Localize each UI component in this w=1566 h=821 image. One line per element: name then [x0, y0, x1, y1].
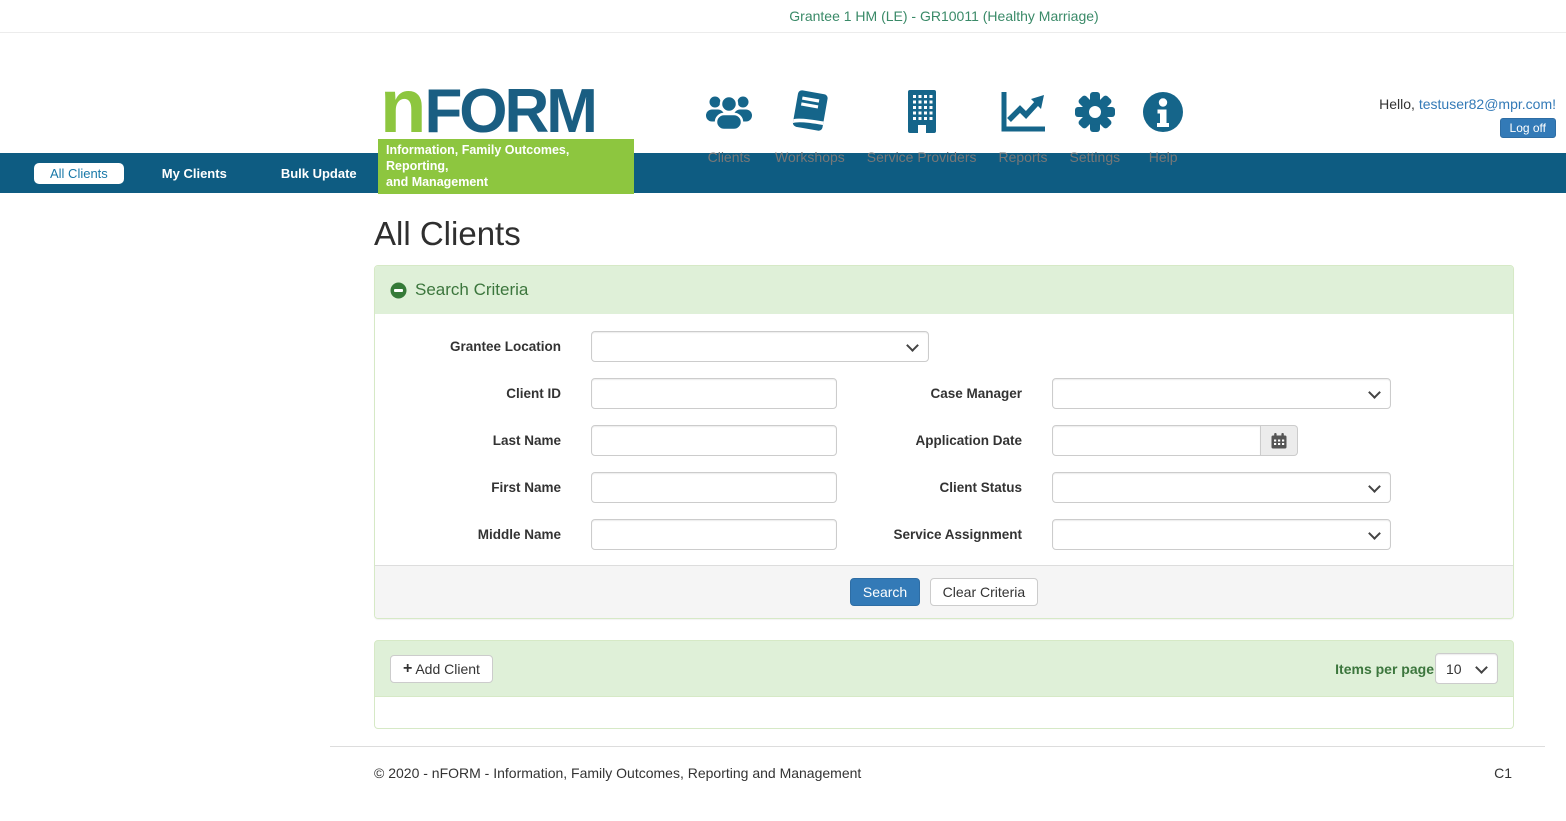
grantee-info-text: Grantee 1 HM (LE) - GR10011 (Healthy Mar…: [374, 0, 1514, 32]
greeting-text: Hello, testuser82@mpr.com!: [1379, 96, 1556, 112]
log-off-button[interactable]: Log off: [1500, 118, 1556, 138]
minus-circle-icon: [390, 282, 407, 299]
grantee-location-select[interactable]: [591, 331, 929, 362]
info-icon: [1142, 87, 1184, 137]
nav-label-service-providers: Service Providers: [867, 149, 977, 165]
middle-name-row: Middle Name Service Assignment: [375, 519, 1513, 550]
tab-my-clients[interactable]: My Clients: [146, 163, 243, 184]
building-icon: [905, 87, 939, 137]
user-block: Hello, testuser82@mpr.com! Log off: [1379, 96, 1556, 138]
add-client-button[interactable]: + Add Client: [390, 655, 493, 683]
search-button[interactable]: Search: [850, 578, 920, 606]
middle-name-label: Middle Name: [375, 527, 561, 542]
grantee-location-select-wrap: [591, 331, 929, 362]
nav-label-workshops: Workshops: [775, 149, 845, 165]
plus-icon: +: [403, 661, 412, 677]
search-criteria-header[interactable]: Search Criteria: [375, 266, 1513, 314]
first-name-label: First Name: [375, 480, 561, 495]
application-date-input[interactable]: [1052, 425, 1261, 456]
nav-label-help: Help: [1149, 149, 1178, 165]
grantee-location-label: Grantee Location: [375, 339, 561, 354]
page-footer: © 2020 - nFORM - Information, Family Out…: [374, 747, 1512, 781]
copyright-text: © 2020 - nFORM - Information, Family Out…: [374, 765, 861, 781]
case-manager-label: Case Manager: [837, 386, 1022, 401]
service-assignment-select-wrap: [1052, 519, 1391, 550]
user-email-link[interactable]: testuser82@mpr.com!: [1419, 96, 1556, 112]
app-header: nFORM Information, Family Outcomes, Repo…: [0, 33, 1566, 153]
nav-label-settings: Settings: [1070, 149, 1121, 165]
add-client-label: Add Client: [415, 661, 480, 677]
nav-item-service-providers[interactable]: Service Providers: [861, 87, 983, 165]
items-per-page-select-wrap: 10: [1435, 653, 1498, 684]
nform-logo-wordmark: nFORM: [378, 77, 634, 136]
client-status-select[interactable]: [1052, 472, 1391, 503]
page-code: C1: [1494, 765, 1512, 781]
grantee-location-row: Grantee Location: [375, 331, 1513, 362]
main-content: All Clients Search Criteria Grantee Loca…: [374, 215, 1514, 729]
last-name-row: Last Name Application Date: [375, 425, 1513, 456]
items-per-page-label: Items per page: [1335, 661, 1434, 677]
nav-item-reports[interactable]: Reports: [992, 87, 1053, 165]
tab-bulk-update[interactable]: Bulk Update: [265, 163, 373, 184]
search-criteria-panel: Search Criteria Grantee Location Client …: [374, 265, 1514, 619]
logo-tagline: Information, Family Outcomes, Reporting,…: [378, 139, 634, 194]
nav-item-help[interactable]: Help: [1136, 87, 1190, 165]
results-header: + Add Client Items per page 10: [374, 640, 1514, 697]
last-name-input[interactable]: [591, 425, 837, 456]
client-id-label: Client ID: [375, 386, 561, 401]
client-id-row: Client ID Case Manager: [375, 378, 1513, 409]
middle-name-input[interactable]: [591, 519, 837, 550]
nform-logo[interactable]: nFORM Information, Family Outcomes, Repo…: [378, 77, 634, 194]
case-manager-select[interactable]: [1052, 378, 1391, 409]
logo-form-letters: FORM: [424, 88, 595, 136]
service-assignment-select[interactable]: [1052, 519, 1391, 550]
logo-tagline-line1: Information, Family Outcomes, Reporting,: [386, 143, 634, 174]
users-icon: [705, 87, 753, 137]
main-nav-menu: Clients Workshops: [699, 87, 1190, 165]
gear-icon: [1073, 87, 1117, 137]
tab-all-clients[interactable]: All Clients: [34, 163, 124, 184]
logo-n-letter: n: [380, 77, 424, 136]
service-assignment-label: Service Assignment: [837, 527, 1022, 542]
search-criteria-title: Search Criteria: [415, 280, 528, 300]
first-name-input[interactable]: [591, 472, 837, 503]
search-criteria-body: Grantee Location Client ID Case Manager: [375, 314, 1513, 565]
grantee-info-bar: Grantee 1 HM (LE) - GR10011 (Healthy Mar…: [0, 0, 1566, 33]
page-title: All Clients: [374, 215, 1514, 253]
nav-item-clients[interactable]: Clients: [699, 87, 759, 165]
results-empty-body: [374, 697, 1514, 729]
calendar-icon: [1271, 433, 1287, 449]
case-manager-select-wrap: [1052, 378, 1391, 409]
nav-item-workshops[interactable]: Workshops: [769, 87, 851, 165]
logo-tagline-line2: and Management: [386, 175, 634, 191]
last-name-label: Last Name: [375, 433, 561, 448]
nav-label-clients: Clients: [708, 149, 751, 165]
client-status-label: Client Status: [837, 480, 1022, 495]
clear-criteria-button[interactable]: Clear Criteria: [930, 578, 1038, 606]
nav-label-reports: Reports: [998, 149, 1047, 165]
book-icon: [788, 87, 832, 137]
items-per-page-group: Items per page 10: [1335, 653, 1498, 684]
client-id-input[interactable]: [591, 378, 837, 409]
first-name-row: First Name Client Status: [375, 472, 1513, 503]
nav-item-settings[interactable]: Settings: [1064, 87, 1127, 165]
application-date-label: Application Date: [837, 433, 1022, 448]
greeting-hello: Hello,: [1379, 96, 1415, 112]
application-date-group: [1052, 425, 1298, 456]
results-panel: + Add Client Items per page 10: [374, 640, 1514, 729]
chart-icon: [1000, 87, 1046, 137]
items-per-page-select[interactable]: 10: [1435, 653, 1498, 684]
client-status-select-wrap: [1052, 472, 1391, 503]
calendar-button[interactable]: [1261, 425, 1298, 456]
search-criteria-footer: Search Clear Criteria: [375, 565, 1513, 618]
